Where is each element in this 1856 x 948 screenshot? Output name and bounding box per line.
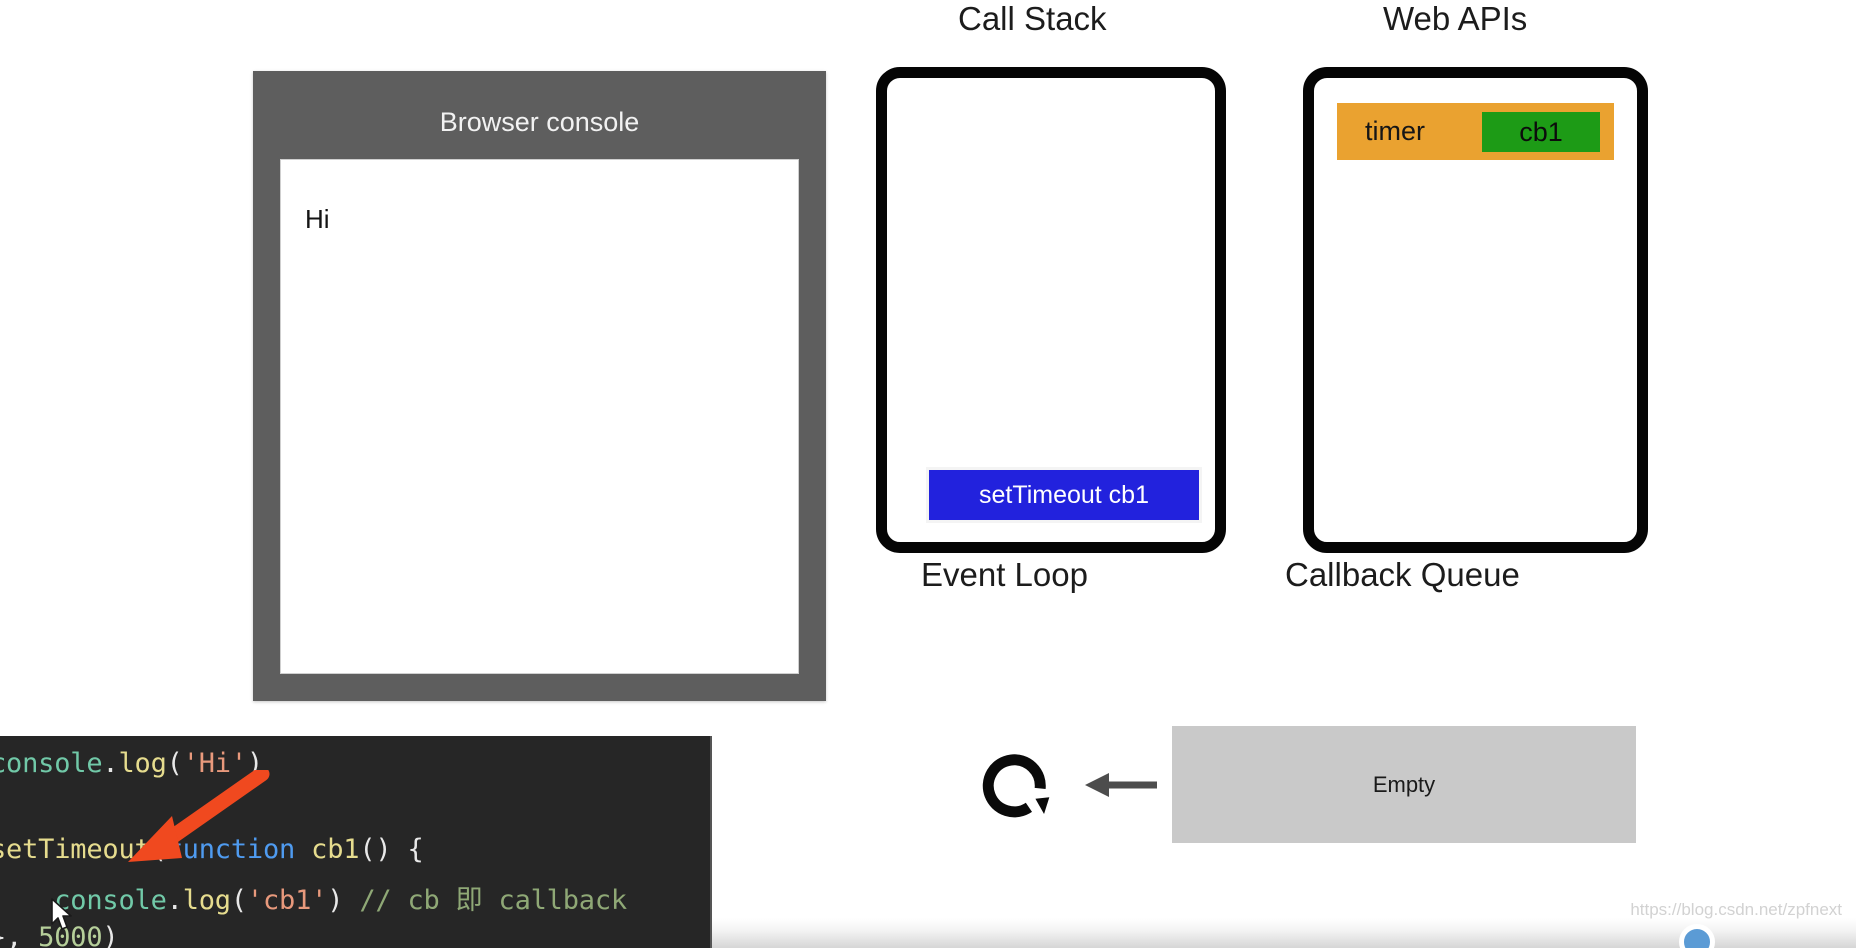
browser-console-window: Browser console Hi: [253, 71, 826, 701]
web-api-timer-label: timer: [1365, 116, 1425, 146]
web-apis-heading: Web APIs: [1383, 0, 1528, 37]
code-token: (: [230, 885, 247, 916]
code-token: (: [150, 834, 167, 865]
code-token: ): [102, 922, 119, 948]
code-token: log: [118, 748, 167, 779]
browser-console-output-line: Hi: [305, 204, 330, 234]
code-token: (: [166, 748, 183, 779]
arrow-left-icon: [1085, 773, 1157, 797]
browser-console-title: Browser console: [439, 107, 640, 137]
call-stack-frame-settimeout: setTimeout cb1: [926, 467, 1202, 523]
web-api-entry-timer: timer cb1: [1337, 103, 1614, 160]
call-stack-heading: Call Stack: [958, 0, 1107, 37]
code-token: 'cb1': [246, 885, 328, 916]
circular-arrow-icon: [982, 754, 1050, 818]
code-token: cb1: [311, 834, 360, 865]
callback-queue-box: Empty: [1172, 726, 1636, 843]
browser-console-output-area: Hi: [280, 159, 799, 674]
code-token: },: [0, 922, 23, 948]
code-token: .: [166, 885, 183, 916]
code-token: () {: [359, 834, 424, 865]
web-apis-box: timer cb1: [1303, 67, 1648, 553]
callback-queue-status: Empty: [1372, 771, 1436, 797]
code-token: 'Hi': [182, 748, 247, 779]
code-token: .: [102, 748, 119, 779]
code-editor-panel[interactable]: console.log('Hi') setTimeout(function cb…: [0, 736, 712, 948]
code-token: console: [0, 748, 103, 779]
diagram-canvas: Browser console Hi Call Stack setTimeout…: [0, 0, 1856, 948]
code-token: log: [182, 885, 231, 916]
code-token: // cb 即 callback: [359, 885, 627, 916]
code-line: setTimeout(function cb1() {: [0, 834, 424, 865]
code-token: ): [246, 748, 263, 779]
mouse-cursor-icon: [51, 898, 72, 930]
event-loop-heading: Event Loop: [921, 556, 1088, 593]
code-line: console.log('Hi'): [0, 748, 263, 779]
call-stack-box: setTimeout cb1: [876, 67, 1226, 553]
web-api-timer-callback-badge: cb1: [1482, 112, 1600, 152]
watermark-text: https://blog.csdn.net/zpfnext: [1630, 900, 1842, 919]
code-token: setTimeout: [0, 834, 151, 865]
callback-queue-heading: Callback Queue: [1285, 556, 1520, 593]
code-line: console.log('cb1') // cb 即 callback: [0, 878, 627, 917]
code-token: function: [166, 834, 296, 865]
code-token: ): [327, 885, 344, 916]
